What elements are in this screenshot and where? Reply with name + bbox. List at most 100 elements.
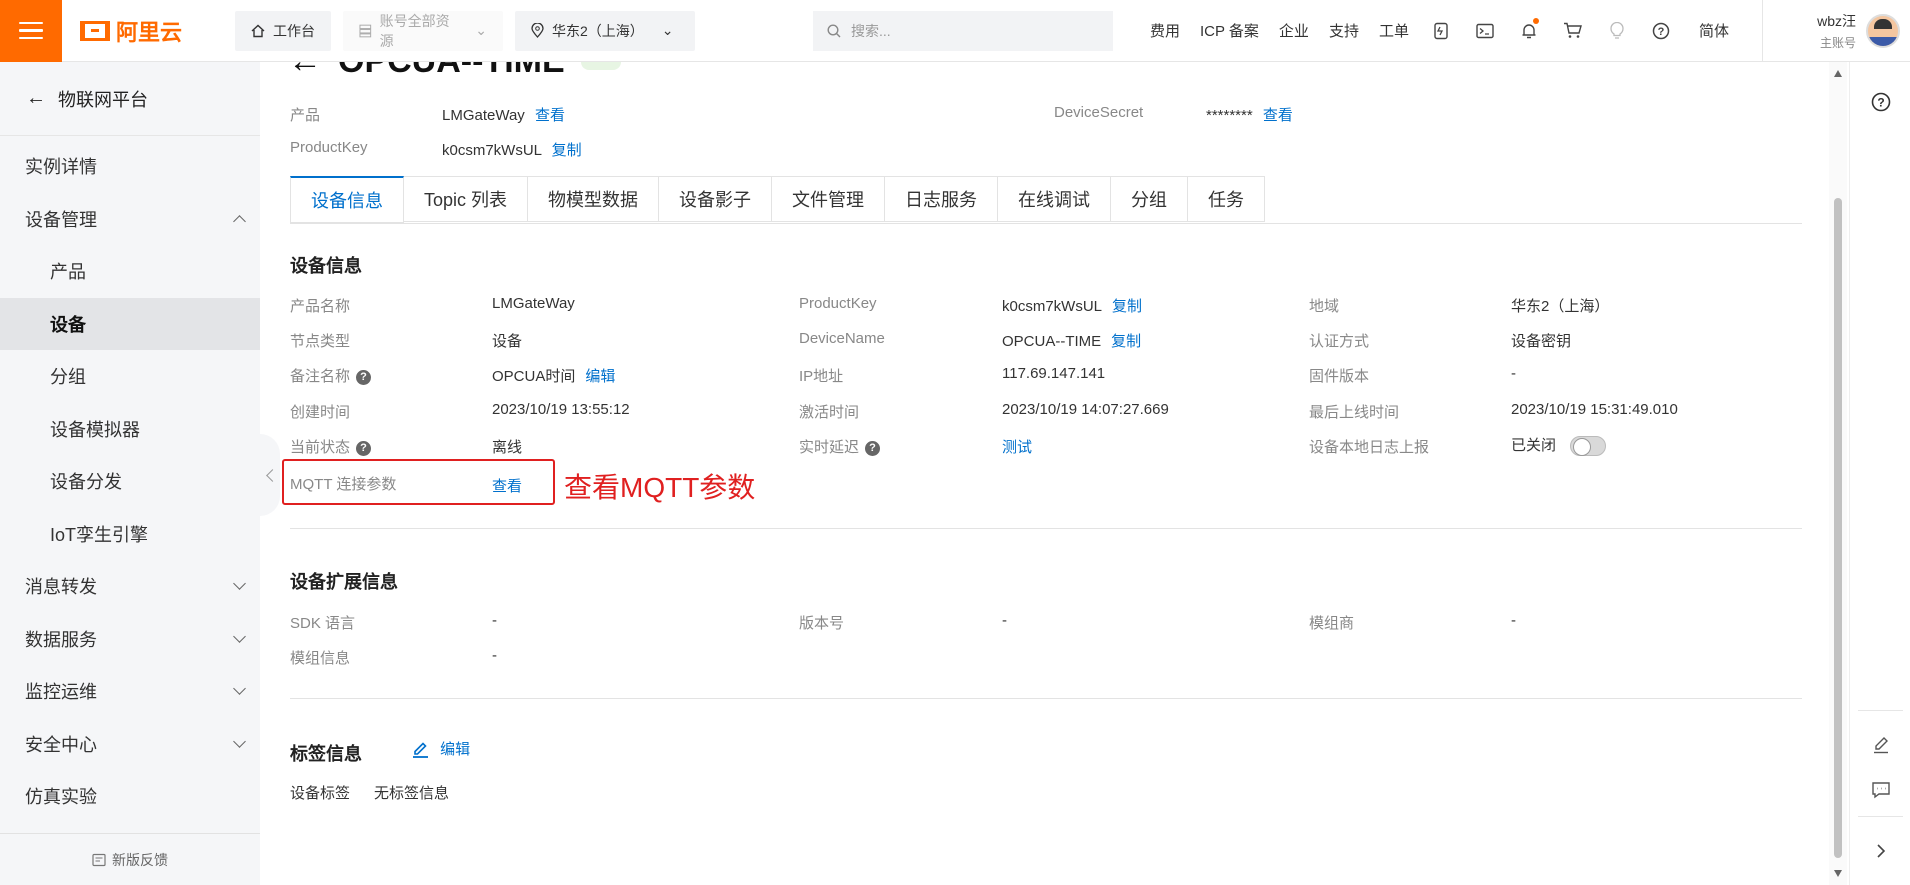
sidebar-item-group[interactable]: 分组 [0, 350, 260, 403]
nav-link-support[interactable]: 支持 [1319, 20, 1369, 41]
main-scrollbar[interactable] [1829, 62, 1847, 885]
sidebar-item-simulator[interactable]: 设备模拟器 [0, 403, 260, 456]
chevron-right-icon[interactable] [1870, 840, 1892, 862]
api-icon[interactable] [1419, 22, 1463, 40]
back-arrow-icon[interactable]: ← [288, 62, 322, 81]
feedback-label: 新版反馈 [112, 851, 168, 868]
tab-task[interactable]: 任务 [1188, 176, 1266, 222]
alias-label-cell: 备注名称? [290, 365, 372, 386]
user-menu[interactable]: wbz汪 主账号 [1762, 0, 1910, 62]
arrow-left-icon: ← [26, 87, 46, 109]
cart-icon[interactable] [1551, 22, 1595, 39]
alias-value-cell: OPCUA时间 编辑 [492, 365, 615, 386]
tab-file-management[interactable]: 文件管理 [772, 176, 886, 222]
sidebar-back-link[interactable]: ← 物联网平台 [0, 62, 260, 136]
productkey-value: k0csm7kWsUL [442, 142, 542, 159]
tab-topic-list[interactable]: Topic 列表 [404, 176, 529, 222]
help-circle-icon[interactable]: ? [1870, 91, 1892, 113]
sidebar-item-label: 设备模拟器 [50, 419, 140, 440]
terminal-icon[interactable] [1463, 23, 1507, 39]
tab-device-shadow[interactable]: 设备影子 [659, 176, 773, 222]
nav-link-icp[interactable]: ICP 备案 [1190, 20, 1269, 41]
avatar[interactable] [1866, 14, 1900, 48]
sidebar-item-simulation-lab[interactable]: 仿真实验 [0, 770, 260, 823]
chat-icon[interactable] [1870, 779, 1892, 801]
sidebar-item-device-management[interactable]: 设备管理 [0, 193, 260, 246]
sdk-label: SDK 语言 [290, 615, 356, 632]
lightbulb-icon[interactable] [1595, 21, 1639, 40]
scrollbar-thumb[interactable] [1834, 198, 1842, 858]
secret-value-row: ******** 查看 [1206, 104, 1293, 125]
sidebar-item-data-service[interactable]: 数据服务 [0, 613, 260, 666]
help-icon[interactable]: ? [356, 369, 372, 385]
secret-view-link[interactable]: 查看 [1263, 107, 1293, 124]
chevron-down-icon [233, 577, 246, 591]
last-online-label: 最后上线时间 [1309, 404, 1400, 421]
pk-label: ProductKey [799, 295, 877, 312]
global-search[interactable]: 搜索... [813, 10, 1113, 51]
help-icon[interactable]: ? [356, 440, 372, 456]
tab-log-service[interactable]: 日志服务 [885, 176, 999, 222]
tab-online-debug[interactable]: 在线调试 [998, 176, 1112, 222]
chevron-down-icon [233, 629, 246, 643]
workbench-button[interactable]: 工作台 [235, 10, 331, 51]
nav-link-billing[interactable]: 费用 [1140, 20, 1190, 41]
resource-scope-select[interactable]: 账号全部资源 ⌄ [343, 10, 503, 51]
productkey-row: ProductKey [290, 139, 368, 156]
local-log-label: 设备本地日志上报 [1309, 439, 1430, 456]
device-name-cell: OPCUA--TIME 复制 [1002, 330, 1141, 351]
sidebar-item-twin-engine[interactable]: IoT孪生引擎 [0, 508, 260, 561]
nav-link-ticket[interactable]: 工单 [1369, 20, 1419, 41]
vendor-label: 模组商 [1309, 615, 1355, 632]
help-icon[interactable]: ? [865, 440, 881, 456]
local-log-toggle[interactable] [1570, 436, 1607, 457]
tab-tsl-data[interactable]: 物模型数据 [528, 176, 660, 222]
nav-link-enterprise[interactable]: 企业 [1269, 20, 1319, 41]
secret-label: DeviceSecret [1054, 104, 1144, 121]
tab-device-info[interactable]: 设备信息 [290, 176, 404, 223]
tag-edit-button[interactable]: 编辑 [412, 738, 470, 759]
productkey-label: ProductKey [290, 139, 368, 156]
chevron-down-icon: ⌄ [475, 22, 487, 38]
search-placeholder: 搜索... [851, 22, 891, 39]
sidebar-item-security[interactable]: 安全中心 [0, 718, 260, 771]
productkey-copy-link[interactable]: 复制 [552, 142, 582, 159]
edit-note-icon[interactable] [1870, 734, 1892, 756]
scroll-down-arrow[interactable] [1834, 870, 1842, 877]
sidebar-item-product[interactable]: 产品 [0, 245, 260, 298]
region-select[interactable]: 华东2（上海） ⌄ [515, 10, 695, 51]
pk-copy-link[interactable]: 复制 [1112, 298, 1142, 315]
sidebar-item-message-forwarding[interactable]: 消息转发 [0, 560, 260, 613]
feedback-link[interactable]: 新版反馈 [0, 833, 260, 885]
tab-group[interactable]: 分组 [1111, 176, 1189, 222]
alias-edit-link[interactable]: 编辑 [585, 368, 615, 385]
workbench-label: 工作台 [273, 22, 315, 39]
product-name-label: 产品名称 [290, 298, 351, 315]
hamburger-menu-button[interactable] [0, 0, 62, 62]
sidebar-back-label: 物联网平台 [58, 89, 148, 110]
language-switch[interactable]: 简体 [1689, 20, 1739, 41]
scroll-up-arrow[interactable] [1834, 70, 1842, 77]
latency-label: 实时延迟 [799, 439, 860, 456]
bell-icon[interactable] [1507, 17, 1551, 40]
sidebar-item-monitoring[interactable]: 监控运维 [0, 665, 260, 718]
annotation-text: 查看MQTT参数 [564, 472, 756, 503]
latency-test-link[interactable]: 测试 [1002, 436, 1032, 457]
auth-value: 设备密钥 [1511, 333, 1572, 350]
sidebar-item-label: 设备 [50, 314, 86, 335]
pk-value: k0csm7kWsUL [1002, 298, 1103, 315]
page-title: ← OPCUA--TIME [288, 62, 621, 81]
sidebar-item-instance[interactable]: 实例详情 [0, 140, 260, 193]
device-name-copy-link[interactable]: 复制 [1111, 333, 1141, 350]
sidebar-item-distribution[interactable]: 设备分发 [0, 455, 260, 508]
alias-value: OPCUA时间 [492, 368, 576, 385]
sidebar-item-label: 实例详情 [25, 157, 97, 178]
sidebar-item-device[interactable]: 设备 [0, 297, 260, 350]
feedback-icon [92, 853, 106, 866]
help-circle-icon[interactable]: ? [1639, 22, 1683, 40]
sidebar-collapse-toggle[interactable] [260, 434, 280, 516]
product-view-link[interactable]: 查看 [535, 107, 565, 124]
aliyun-logo[interactable]: 阿里云 [80, 15, 200, 47]
created-label: 创建时间 [290, 404, 351, 421]
alias-label: 备注名称 [290, 368, 351, 385]
